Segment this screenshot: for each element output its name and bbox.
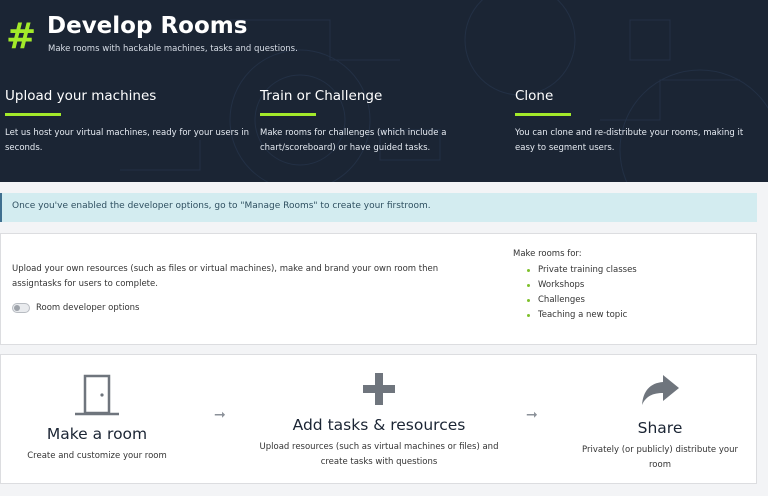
list-item: Private training classes (527, 263, 637, 278)
info-alert: Once you've enabled the developer option… (0, 193, 757, 222)
steps-card: Make a room Create and customize your ro… (0, 354, 757, 484)
list-item-label: Challenges (538, 295, 585, 305)
hash-icon: # (6, 16, 37, 57)
page-title: Develop Rooms (47, 13, 248, 39)
bullet-icon (527, 269, 530, 272)
developer-description: Upload your own resources (such as files… (12, 264, 439, 289)
hero-banner: # Develop Rooms Make rooms with hackable… (0, 0, 768, 182)
feature-title: Upload your machines (5, 88, 157, 104)
feature-text: You can clone and re-distribute your roo… (515, 128, 744, 153)
feature-underline (260, 113, 316, 116)
bullet-icon (527, 284, 530, 287)
door-icon (75, 374, 119, 416)
info-alert-text: Once you've enabled the developer option… (12, 201, 431, 211)
step-make-room: Make a room Create and customize your ro… (11, 373, 183, 464)
list-item: Workshops (527, 278, 637, 293)
make-rooms-title: Make rooms for: (513, 249, 582, 259)
step-title: Make a room (46, 425, 148, 443)
list-item-label: Workshops (538, 280, 585, 290)
feature-text: Let us host your virtual machines, ready… (5, 128, 249, 153)
feature-text: Make rooms for challenges (which include… (260, 128, 447, 153)
plus-icon (363, 373, 395, 405)
list-item-label: Teaching a new topic (538, 310, 628, 320)
feature-title: Clone (515, 88, 554, 104)
bullet-icon (527, 314, 530, 317)
arrow-right-icon: ➞ (526, 407, 538, 423)
step-share: Share Privately (or publicly) distribute… (571, 371, 749, 473)
step-title: Share (637, 419, 683, 437)
step-text: Privately (or publicly) distribute your … (582, 445, 738, 470)
list-item: Teaching a new topic (527, 308, 637, 323)
step-title: Add tasks & resources (292, 416, 466, 434)
feature-title: Train or Challenge (260, 88, 383, 104)
share-icon (642, 375, 679, 405)
feature-clone: Clone You can clone and re-distribute yo… (515, 88, 760, 156)
room-developer-toggle-label: Room developer options (36, 303, 140, 313)
developer-options-card: Upload your own resources (such as files… (0, 233, 757, 345)
make-rooms-list: Private training classes Workshops Chall… (527, 263, 637, 323)
step-add-tasks: Add tasks & resources Upload resources (… (253, 369, 505, 470)
list-item-label: Private training classes (538, 265, 637, 275)
page-subtitle: Make rooms with hackable machines, tasks… (48, 44, 298, 54)
feature-upload-machines: Upload your machines Let us host your vi… (5, 88, 250, 156)
feature-underline (5, 113, 61, 116)
step-text: Create and customize your room (27, 451, 167, 461)
arrow-right-icon: ➞ (214, 407, 226, 423)
step-text: Upload resources (such as virtual machin… (259, 442, 499, 467)
room-developer-toggle[interactable] (12, 303, 30, 313)
list-item: Challenges (527, 293, 637, 308)
developer-toggle-row[interactable]: Room developer options (12, 303, 139, 313)
feature-train-challenge: Train or Challenge Make rooms for challe… (260, 88, 505, 156)
feature-underline (515, 113, 571, 116)
bullet-icon (527, 299, 530, 302)
